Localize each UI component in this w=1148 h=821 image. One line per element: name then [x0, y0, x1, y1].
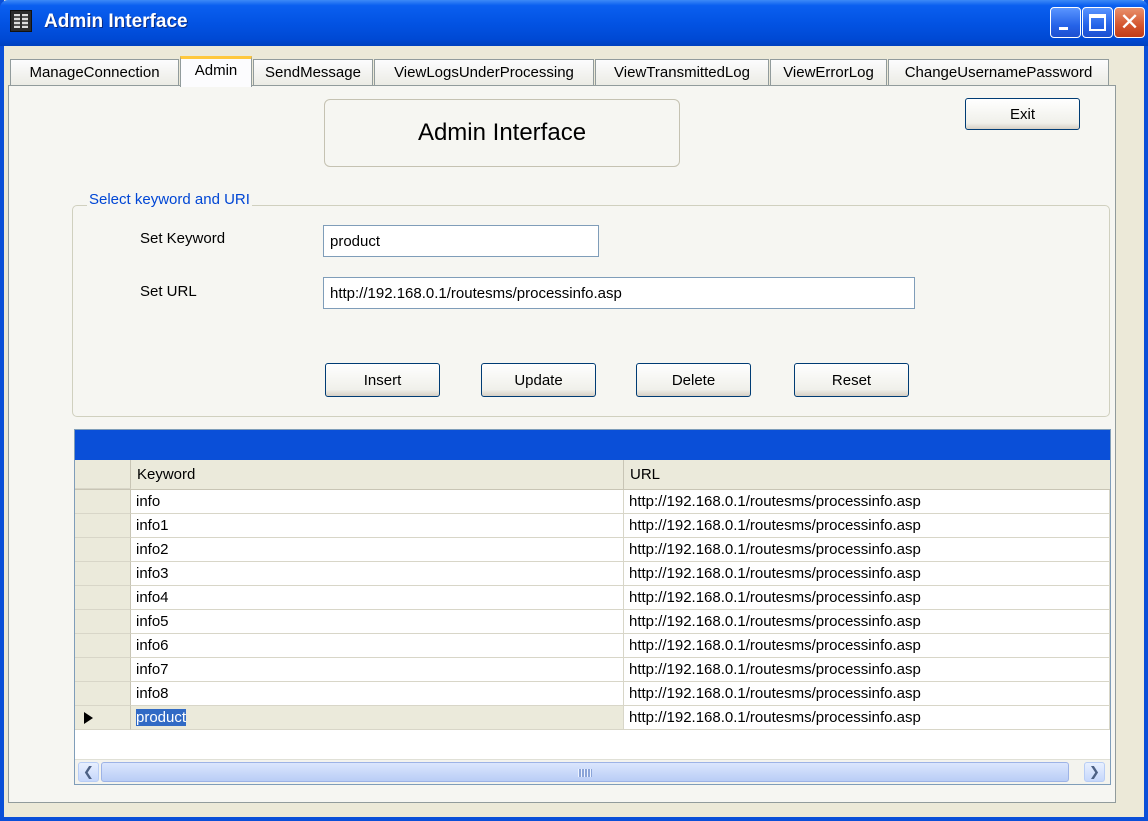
tab-admin[interactable]: Admin — [180, 56, 252, 87]
keyword-cell[interactable]: info2 — [131, 538, 624, 562]
page-title: Admin Interface — [324, 99, 680, 167]
table-row[interactable]: info8 http://192.168.0.1/routesms/proces… — [75, 682, 1110, 706]
url-cell[interactable]: http://192.168.0.1/routesms/processinfo.… — [624, 586, 1110, 610]
exit-button[interactable]: Exit — [965, 98, 1080, 130]
table-row[interactable]: info7 http://192.168.0.1/routesms/proces… — [75, 658, 1110, 682]
url-cell[interactable]: http://192.168.0.1/routesms/processinfo.… — [624, 682, 1110, 706]
reset-button[interactable]: Reset — [794, 363, 909, 397]
scrollbar-grip — [578, 769, 592, 777]
grid-header-row: Keyword URL — [75, 460, 1110, 490]
column-header-keyword[interactable]: Keyword — [131, 460, 624, 489]
app-icon[interactable] — [10, 10, 32, 32]
tab-sendmessage[interactable]: SendMessage — [253, 59, 373, 86]
url-cell[interactable]: http://192.168.0.1/routesms/processinfo.… — [624, 538, 1110, 562]
minimize-button[interactable] — [1050, 7, 1081, 38]
selected-keyword-text: product — [136, 709, 187, 726]
keyword-input[interactable] — [323, 225, 599, 257]
group-title: Select keyword and URI — [87, 191, 252, 208]
keyword-cell[interactable]: info1 — [131, 514, 624, 538]
grid-corner-header[interactable] — [75, 460, 131, 489]
maximize-icon — [1089, 14, 1106, 31]
window-title: Admin Interface — [44, 11, 188, 32]
tab-viewlogsunderprocessing[interactable]: ViewLogsUnderProcessing — [374, 59, 594, 86]
scroll-right-button[interactable]: ❯ — [1084, 762, 1105, 782]
table-row[interactable]: info2 http://192.168.0.1/routesms/proces… — [75, 538, 1110, 562]
scroll-left-icon: ❮ — [83, 764, 94, 779]
close-button[interactable]: ✕ — [1114, 7, 1145, 38]
title-bar[interactable]: Admin Interface ✕ — [0, 0, 1148, 46]
row-header[interactable] — [75, 634, 131, 658]
keyword-cell[interactable]: info6 — [131, 634, 624, 658]
tab-viewerrorlog[interactable]: ViewErrorLog — [770, 59, 887, 86]
url-cell[interactable]: http://192.168.0.1/routesms/processinfo.… — [624, 514, 1110, 538]
url-cell[interactable]: http://192.168.0.1/routesms/processinfo.… — [624, 610, 1110, 634]
url-cell[interactable]: http://192.168.0.1/routesms/processinfo.… — [624, 658, 1110, 682]
row-header[interactable] — [75, 586, 131, 610]
row-header-current[interactable] — [75, 706, 131, 730]
url-cell[interactable]: http://192.168.0.1/routesms/processinfo.… — [624, 562, 1110, 586]
table-row[interactable]: info6 http://192.168.0.1/routesms/proces… — [75, 634, 1110, 658]
keyword-url-grid[interactable]: Keyword URL info http://192.168.0.1/rout… — [74, 429, 1111, 785]
minimize-icon — [1059, 27, 1068, 30]
url-label: Set URL — [140, 283, 197, 300]
keyword-label: Set Keyword — [140, 230, 226, 247]
keyword-cell[interactable]: info7 — [131, 658, 624, 682]
row-pointer-icon — [84, 712, 93, 724]
delete-button[interactable]: Delete — [636, 363, 751, 397]
row-header[interactable] — [75, 610, 131, 634]
row-header[interactable] — [75, 490, 131, 514]
row-header[interactable] — [75, 658, 131, 682]
tab-manageconnection[interactable]: ManageConnection — [10, 59, 179, 86]
table-row[interactable]: info3 http://192.168.0.1/routesms/proces… — [75, 562, 1110, 586]
keyword-cell-selected[interactable]: product — [131, 706, 624, 730]
row-header[interactable] — [75, 538, 131, 562]
maximize-button[interactable] — [1082, 7, 1113, 38]
update-button[interactable]: Update — [481, 363, 596, 397]
table-row[interactable]: info5 http://192.168.0.1/routesms/proces… — [75, 610, 1110, 634]
url-cell[interactable]: http://192.168.0.1/routesms/processinfo.… — [624, 706, 1110, 730]
keyword-cell[interactable]: info4 — [131, 586, 624, 610]
url-cell[interactable]: http://192.168.0.1/routesms/processinfo.… — [624, 490, 1110, 514]
scroll-left-button[interactable]: ❮ — [78, 762, 99, 782]
table-row[interactable]: info4 http://192.168.0.1/routesms/proces… — [75, 586, 1110, 610]
row-header[interactable] — [75, 562, 131, 586]
tab-viewtransmittedlog[interactable]: ViewTransmittedLog — [595, 59, 769, 86]
url-input[interactable] — [323, 277, 915, 309]
keyword-cell[interactable]: info8 — [131, 682, 624, 706]
close-icon: ✕ — [1119, 9, 1140, 36]
horizontal-scrollbar[interactable]: ❮ ❯ — [75, 759, 1110, 784]
tab-changeusernamepassword[interactable]: ChangeUsernamePassword — [888, 59, 1109, 86]
keyword-cell[interactable]: info5 — [131, 610, 624, 634]
url-cell[interactable]: http://192.168.0.1/routesms/processinfo.… — [624, 634, 1110, 658]
column-header-url[interactable]: URL — [624, 460, 1110, 489]
table-row-current[interactable]: product http://192.168.0.1/routesms/proc… — [75, 706, 1110, 730]
table-row[interactable]: info1 http://192.168.0.1/routesms/proces… — [75, 514, 1110, 538]
scrollbar-thumb[interactable] — [101, 762, 1069, 782]
admin-window: Admin Interface ✕ ManageConnection Admin… — [0, 0, 1148, 821]
scroll-right-icon: ❯ — [1089, 764, 1100, 779]
grid-caption-bar — [75, 430, 1110, 460]
keyword-cell[interactable]: info — [131, 490, 624, 514]
table-row[interactable]: info http://192.168.0.1/routesms/process… — [75, 490, 1110, 514]
row-header[interactable] — [75, 514, 131, 538]
row-header[interactable] — [75, 682, 131, 706]
keyword-cell[interactable]: info3 — [131, 562, 624, 586]
admin-tab-panel: Exit Admin Interface Select keyword and … — [8, 85, 1116, 803]
insert-button[interactable]: Insert — [325, 363, 440, 397]
